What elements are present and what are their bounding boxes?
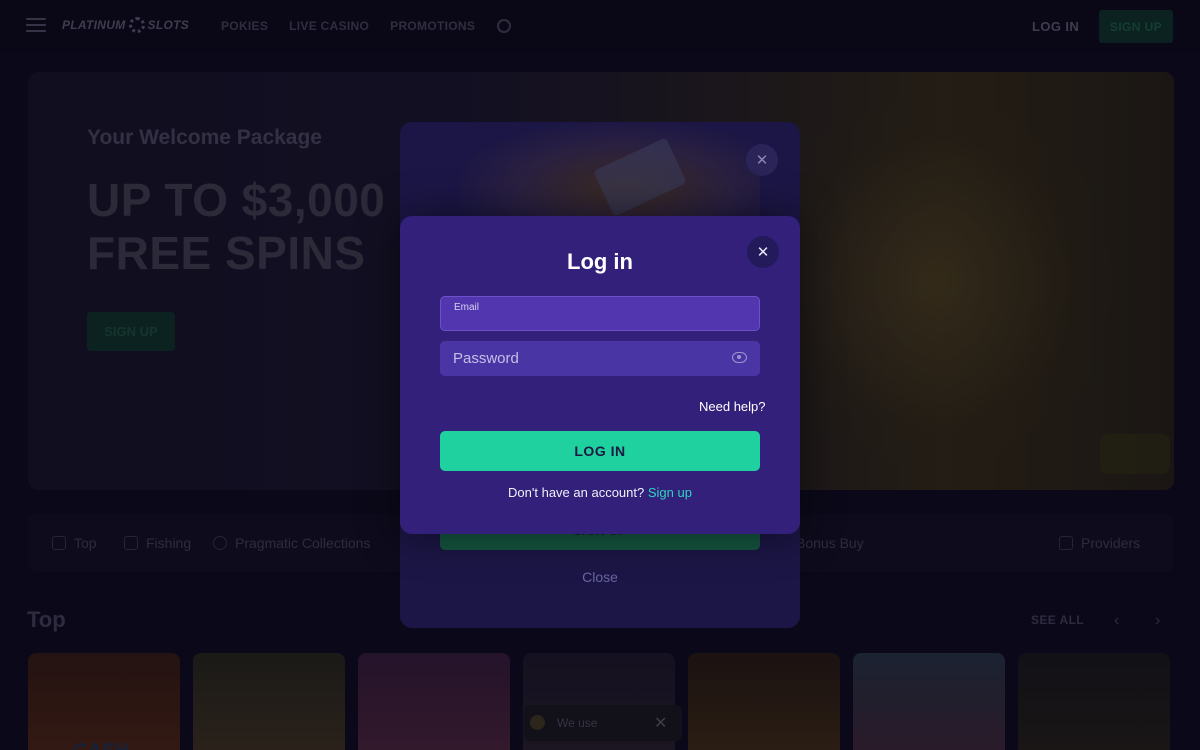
signup-modal-close-link[interactable]: Close	[400, 569, 800, 585]
email-field-label: Email	[454, 302, 480, 313]
login-button[interactable]: LOG IN	[440, 431, 760, 471]
signup-link[interactable]: Sign up	[648, 485, 692, 500]
email-input[interactable]	[454, 313, 744, 329]
email-field[interactable]: Email	[440, 296, 760, 331]
eye-icon[interactable]	[732, 352, 747, 363]
password-field[interactable]	[440, 341, 760, 376]
login-modal: Log in ✕ Email Need help? LOG IN Don't h…	[400, 216, 800, 534]
signup-prompt: Don't have an account? Sign up	[400, 485, 800, 500]
password-input[interactable]	[453, 350, 743, 366]
need-help-link[interactable]: Need help?	[699, 399, 766, 414]
close-icon[interactable]: ✕	[747, 236, 779, 268]
login-modal-title: Log in	[567, 249, 633, 274]
no-account-text: Don't have an account?	[508, 485, 645, 500]
close-icon[interactable]: ✕	[746, 144, 778, 176]
